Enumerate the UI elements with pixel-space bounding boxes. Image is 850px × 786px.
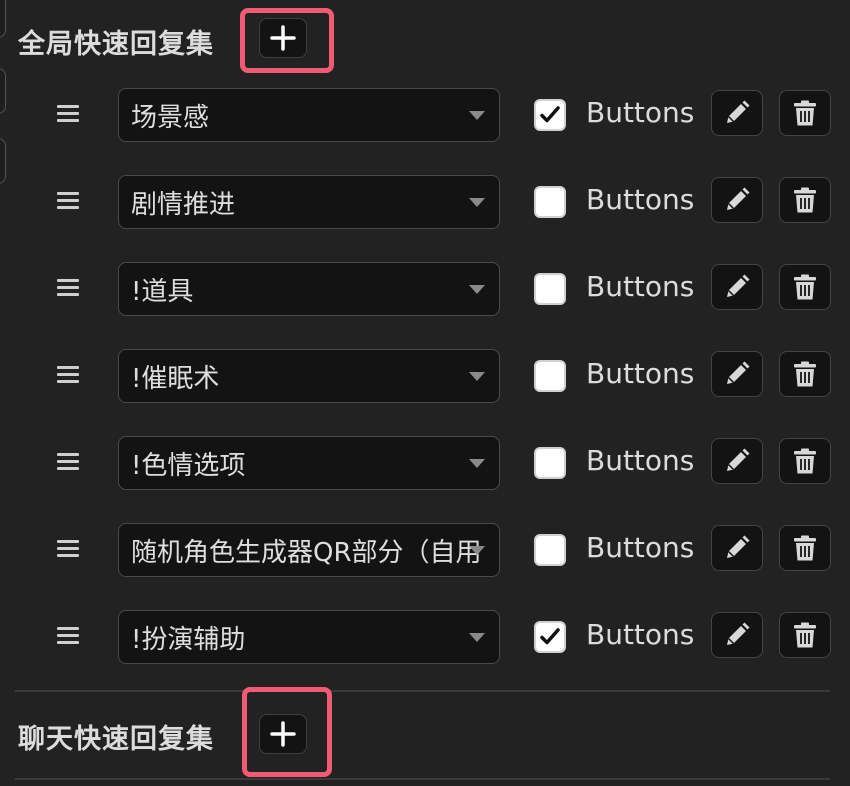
edit-button[interactable]	[711, 90, 763, 136]
qr-preset-value: !催眠术	[131, 363, 220, 394]
edit-button[interactable]	[711, 525, 763, 571]
delete-button[interactable]	[779, 351, 831, 397]
qr-preset-select[interactable]: !扮演辅助	[118, 610, 500, 664]
chevron-down-icon	[469, 546, 485, 555]
drag-handle-icon[interactable]	[57, 192, 79, 212]
qr-preset-value: 场景感	[131, 102, 210, 133]
drag-handle-icon[interactable]	[57, 540, 79, 560]
check-icon	[540, 106, 560, 123]
qr-set-row: 剧情推进 Buttons	[0, 173, 850, 233]
drag-handle-icon[interactable]	[57, 279, 79, 299]
buttons-checkbox[interactable]	[534, 273, 566, 305]
qr-set-row: !道具 Buttons	[0, 260, 850, 320]
bottom-divider	[15, 778, 830, 780]
qr-set-row: 随机角色生成器QR部分（自用） Buttons	[0, 521, 850, 581]
trash-icon	[794, 361, 816, 387]
chevron-down-icon	[469, 111, 485, 120]
edit-button[interactable]	[711, 612, 763, 658]
qr-preset-select[interactable]: !色情选项	[118, 436, 500, 490]
qr-preset-select[interactable]: !催眠术	[118, 349, 500, 403]
buttons-checkbox[interactable]	[534, 186, 566, 218]
edge-button-1[interactable]	[0, 0, 6, 38]
section-divider	[15, 690, 830, 692]
buttons-checkbox[interactable]	[534, 621, 566, 653]
global-add-button[interactable]	[259, 18, 307, 58]
qr-preset-value: 随机角色生成器QR部分（自用）	[131, 537, 481, 568]
chevron-down-icon	[469, 372, 485, 381]
plus-icon	[270, 25, 296, 51]
buttons-checkbox[interactable]	[534, 99, 566, 131]
buttons-checkbox-label: Buttons	[586, 618, 695, 651]
qr-preset-select[interactable]: !道具	[118, 262, 500, 316]
trash-icon	[794, 274, 816, 300]
buttons-checkbox-label: Buttons	[586, 270, 695, 303]
chevron-down-icon	[469, 459, 485, 468]
delete-button[interactable]	[779, 90, 831, 136]
buttons-checkbox-label: Buttons	[586, 96, 695, 129]
qr-preset-value: !色情选项	[131, 450, 246, 481]
pencil-icon	[727, 622, 750, 645]
trash-icon	[794, 187, 816, 213]
buttons-checkbox-label: Buttons	[586, 357, 695, 390]
delete-button[interactable]	[779, 438, 831, 484]
delete-button[interactable]	[779, 612, 831, 658]
pencil-icon	[727, 535, 750, 558]
plus-icon	[270, 721, 296, 747]
qr-set-row: !催眠术 Buttons	[0, 347, 850, 407]
edit-button[interactable]	[711, 351, 763, 397]
pencil-icon	[727, 361, 750, 384]
buttons-checkbox-label: Buttons	[586, 531, 695, 564]
pencil-icon	[727, 100, 750, 123]
buttons-checkbox-label: Buttons	[586, 183, 695, 216]
chevron-down-icon	[469, 285, 485, 294]
trash-icon	[794, 535, 816, 561]
qr-set-row: !色情选项 Buttons	[0, 434, 850, 494]
drag-handle-icon[interactable]	[57, 627, 79, 647]
pencil-icon	[727, 187, 750, 210]
drag-handle-icon[interactable]	[57, 366, 79, 386]
edit-button[interactable]	[711, 264, 763, 310]
qr-preset-value: !扮演辅助	[131, 624, 246, 655]
chat-qr-header: 聊天快速回复集	[18, 717, 214, 756]
chat-add-button[interactable]	[259, 714, 307, 754]
global-qr-title: 全局快速回复集	[18, 29, 214, 60]
qr-preset-select[interactable]: 场景感	[118, 88, 500, 142]
qr-preset-select[interactable]: 剧情推进	[118, 175, 500, 229]
drag-handle-icon[interactable]	[57, 453, 79, 473]
buttons-checkbox-label: Buttons	[586, 444, 695, 477]
pencil-icon	[727, 274, 750, 297]
buttons-checkbox[interactable]	[534, 360, 566, 392]
buttons-checkbox[interactable]	[534, 447, 566, 479]
edit-button[interactable]	[711, 177, 763, 223]
check-icon	[540, 628, 560, 645]
chevron-down-icon	[469, 198, 485, 207]
trash-icon	[794, 448, 816, 474]
pencil-icon	[727, 448, 750, 471]
qr-preset-value: !道具	[131, 276, 194, 307]
chevron-down-icon	[469, 633, 485, 642]
qr-set-row: !扮演辅助 Buttons	[0, 608, 850, 668]
qr-preset-value: 剧情推进	[131, 189, 236, 220]
trash-icon	[794, 622, 816, 648]
buttons-checkbox[interactable]	[534, 534, 566, 566]
edit-button[interactable]	[711, 438, 763, 484]
delete-button[interactable]	[779, 264, 831, 310]
qr-preset-select[interactable]: 随机角色生成器QR部分（自用）	[118, 523, 500, 577]
chat-qr-title: 聊天快速回复集	[18, 724, 214, 755]
trash-icon	[794, 100, 816, 126]
qr-set-row: 场景感 Buttons	[0, 86, 850, 146]
delete-button[interactable]	[779, 177, 831, 223]
delete-button[interactable]	[779, 525, 831, 571]
global-qr-header: 全局快速回复集	[18, 22, 214, 61]
drag-handle-icon[interactable]	[57, 105, 79, 125]
